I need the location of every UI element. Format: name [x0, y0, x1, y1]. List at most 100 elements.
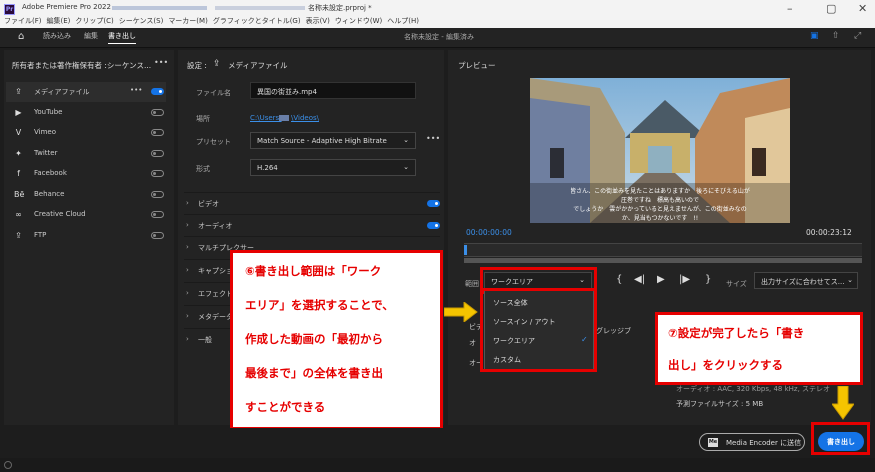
section-video[interactable]: › ビデオ: [184, 192, 440, 214]
menu-help[interactable]: ヘルプ(H): [387, 16, 419, 26]
destination-behance[interactable]: Bē Behance: [6, 185, 166, 205]
toggle-vimeo[interactable]: [151, 129, 164, 136]
status-indicator-icon: [4, 461, 12, 469]
chevron-down-icon: ⌄: [403, 163, 409, 171]
chevron-right-icon: ›: [186, 266, 189, 274]
toggle-ftp[interactable]: [151, 232, 164, 239]
destination-vimeo[interactable]: V Vimeo: [6, 123, 166, 143]
work-area-bar[interactable]: [464, 258, 862, 263]
blurred-project-path-2: [215, 6, 305, 10]
maximize-icon[interactable]: ▢: [826, 2, 836, 15]
playhead[interactable]: [464, 245, 467, 255]
chevron-down-icon: ⌄: [847, 276, 853, 284]
destination-youtube[interactable]: ▶ YouTube: [6, 103, 166, 123]
app-title: Adobe Premiere Pro 2022: [22, 3, 111, 11]
mark-in-icon[interactable]: {: [616, 274, 622, 285]
send-to-media-encoder-button[interactable]: Me Media Encoder に送信: [699, 433, 805, 451]
minimize-icon[interactable]: –: [787, 2, 793, 15]
toggle-behance[interactable]: [151, 191, 164, 198]
tab-export[interactable]: 書き出し: [108, 31, 136, 44]
annotation-callout-step7: ⑦設定が完了したら「書き 出し」をクリックする: [655, 312, 863, 385]
vimeo-icon: V: [15, 128, 22, 137]
timeline-ruler[interactable]: [464, 243, 862, 257]
toggle-creative-cloud[interactable]: [151, 211, 164, 218]
toggle-media-file[interactable]: [151, 88, 164, 95]
toggle-audio[interactable]: [427, 222, 440, 229]
destination-facebook[interactable]: f Facebook: [6, 164, 166, 184]
more-icon[interactable]: •••: [154, 58, 168, 67]
range-label: 範囲: [465, 280, 479, 288]
estimated-file-size: 予測ファイルサイズ : 5 MB: [676, 400, 764, 408]
destination-media-file[interactable]: ⇪ メディアファイル •••: [6, 82, 166, 102]
callout-line-5: すことができる: [245, 400, 326, 414]
export-icon: ⇪: [213, 59, 221, 69]
subtitle-line-2: 圧巻ですね 標高も高いので: [620, 197, 699, 204]
workspace-icon[interactable]: ▣: [810, 31, 819, 41]
tab-import[interactable]: 読み込み: [43, 31, 71, 41]
toggle-facebook[interactable]: [151, 170, 164, 177]
destination-ftp[interactable]: ⇪ FTP: [6, 226, 166, 246]
size-select[interactable]: 出力サイズに合わせてス... ⌄: [754, 272, 858, 289]
preset-more-icon[interactable]: •••: [426, 134, 440, 143]
location-link-1[interactable]: C:\Users\: [250, 114, 282, 122]
menu-graphics[interactable]: グラフィックとタイトル(G): [213, 16, 301, 26]
subtitle-line-4: か、見当もつかないです !!: [621, 215, 699, 222]
subtitle-line-3: でしょうか 雲がかかっていると見えませんが、この街並みなの: [573, 206, 747, 213]
bottom-bar: Me Media Encoder に送信 書き出し: [0, 422, 875, 458]
media-encoder-icon: Me: [708, 438, 718, 447]
dropdown-highlight: [480, 288, 597, 372]
share-icon[interactable]: ⇧: [832, 31, 840, 41]
callout-right-line-2: 出し」をクリックする: [668, 358, 783, 372]
step-back-icon[interactable]: ◀|: [634, 274, 645, 285]
step-forward-icon[interactable]: |▶: [679, 274, 690, 285]
premiere-app-icon: Pr: [4, 4, 15, 15]
chevron-right-icon: ›: [186, 312, 189, 320]
callout-right-line-1: ⑦設定が完了したら「書き: [668, 326, 805, 340]
toggle-video[interactable]: [427, 200, 440, 207]
youtube-icon: ▶: [15, 108, 22, 117]
settings-subtitle: メディアファイル: [228, 61, 288, 70]
menu-clip[interactable]: クリップ(C): [75, 16, 113, 26]
callout-line-3: 作成した動画の「最初から: [245, 332, 383, 346]
close-icon[interactable]: ✕: [858, 2, 867, 15]
filename-input[interactable]: 異国の街並み.mp4: [250, 82, 416, 99]
toggle-twitter[interactable]: [151, 150, 164, 157]
menu-edit[interactable]: 編集(E): [47, 16, 71, 26]
fullscreen-icon[interactable]: ⤢: [854, 31, 861, 41]
menu-sequence[interactable]: シーケンス(S): [119, 16, 164, 26]
audio-summary: オーディオ : AAC, 320 Kbps, 48 kHz, ステレオ: [676, 385, 831, 393]
title-bar: Pr Adobe Premiere Pro 2022 名称未設定.prproj …: [0, 0, 875, 28]
menu-marker[interactable]: マーカー(M): [168, 16, 208, 26]
summary-partial-4: グレッジブ: [596, 327, 631, 335]
summary-partial-2: オ: [469, 339, 476, 347]
location-link-2[interactable]: \Videos\: [291, 114, 319, 122]
menu-window[interactable]: ウィンドウ(W): [335, 16, 382, 26]
preset-label: プリセット: [196, 138, 231, 146]
section-audio[interactable]: › オーディオ: [184, 214, 440, 236]
more-icon[interactable]: •••: [130, 86, 142, 94]
destination-twitter[interactable]: ✦ Twitter: [6, 144, 166, 164]
settings-title: 設定 :: [187, 61, 207, 70]
chevron-right-icon: ›: [186, 243, 189, 251]
twitter-icon: ✦: [15, 149, 22, 158]
menu-view[interactable]: 表示(V): [306, 16, 330, 26]
creative-cloud-icon: ∞: [15, 210, 22, 219]
blurred-username: [279, 115, 289, 121]
workspace-nav: ⌂ 読み込み 編集 書き出し 名称未設定 - 編集済み ▣ ⇧ ⤢: [0, 28, 875, 48]
destination-creative-cloud[interactable]: ∞ Creative Cloud: [6, 205, 166, 225]
callout-line-4: 最後まで」の全体を書き出: [245, 366, 383, 380]
filename-label: ファイル名: [196, 89, 231, 97]
menu-file[interactable]: ファイル(F): [4, 16, 42, 26]
facebook-icon: f: [17, 169, 20, 178]
callout-line-2: エリア」を選択することで、: [245, 298, 394, 312]
project-file-name: 名称未設定.prproj *: [308, 4, 372, 12]
preset-select[interactable]: Match Source - Adaptive High Bitrate ⌄: [250, 132, 416, 149]
toggle-youtube[interactable]: [151, 109, 164, 116]
mark-out-icon[interactable]: }: [705, 274, 711, 285]
play-icon[interactable]: ▶: [657, 274, 665, 285]
yellow-arrow-right-icon: [444, 302, 478, 322]
format-select[interactable]: H.264 ⌄: [250, 159, 416, 176]
home-icon[interactable]: ⌂: [18, 31, 24, 42]
tab-edit[interactable]: 編集: [84, 31, 98, 41]
chevron-down-icon: ⌄: [403, 136, 409, 144]
